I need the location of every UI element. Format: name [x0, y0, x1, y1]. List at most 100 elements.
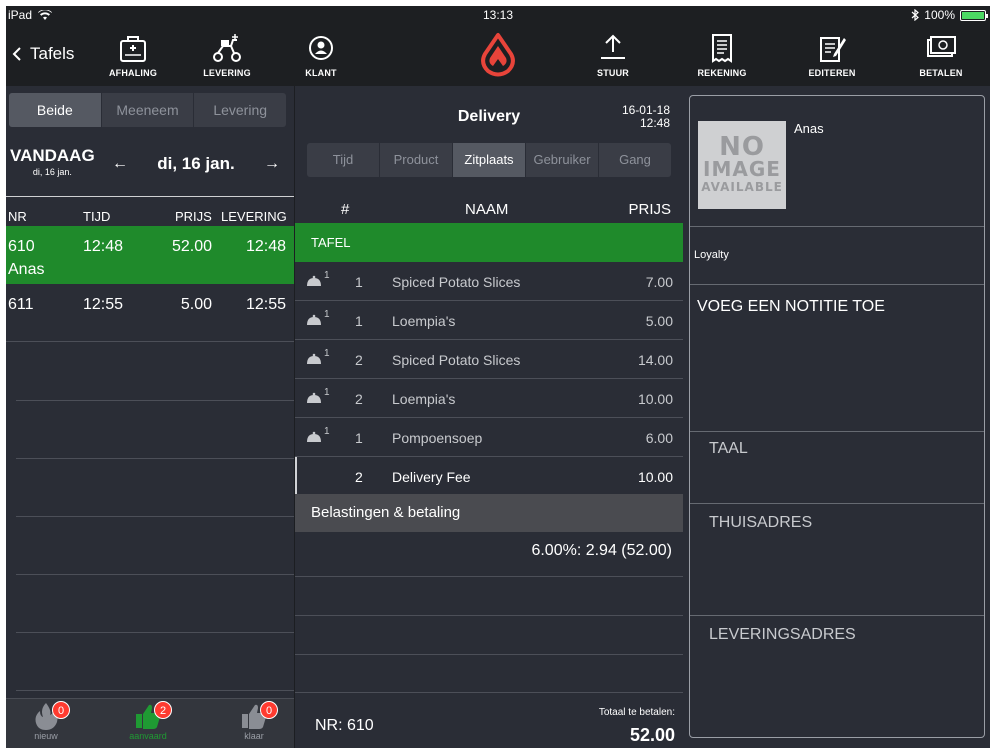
segment-takeaway[interactable]: Meeneem	[102, 93, 195, 127]
add-note-field[interactable]: VOEG EEN NOTITIE TOE	[697, 298, 885, 316]
tab-ready[interactable]: klaar 0	[214, 701, 294, 741]
item-name: Loempia's	[392, 313, 456, 329]
order-item[interactable]: 1 1 Loempia's 5.00	[295, 301, 683, 340]
order-detail-panel: Delivery 16-01-18 12:48 Tijd Product Zit…	[294, 86, 683, 748]
delivery-address-field[interactable]: LEVERINGSADRES	[709, 626, 856, 644]
order-row-selected[interactable]: 610 12:48 52.00 12:48 Anas	[6, 226, 294, 284]
customer-icon	[309, 36, 333, 60]
bill-button[interactable]: REKENING	[677, 32, 767, 78]
item-course: 1	[324, 426, 330, 437]
orders-panel: Beide Meeneem Levering VANDAAG di, 16 ja…	[6, 86, 294, 748]
status-bar: iPad 13:13 100%	[6, 6, 990, 24]
tax-payment-header: Belastingen & betaling	[295, 494, 683, 532]
device-label: iPad	[8, 8, 33, 22]
send-label: STUUR	[597, 68, 629, 78]
back-button[interactable]: Tafels	[12, 44, 74, 64]
item-price: 10.00	[637, 391, 673, 407]
col-nr: NR	[8, 209, 27, 224]
current-date: di, 16 jan.	[157, 154, 235, 173]
item-qty: 2	[355, 391, 363, 407]
customer-button[interactable]: KLANT	[276, 32, 366, 78]
item-name: Spiced Potato Slices	[392, 352, 521, 368]
item-name: Delivery Fee	[392, 469, 471, 485]
col-name: NAAM	[465, 201, 509, 218]
cloche-icon	[305, 275, 323, 287]
item-course: 1	[324, 387, 330, 398]
status-tab-bar: nieuw 0 aanvaard 2 klaar 0	[6, 698, 294, 748]
divider	[690, 431, 984, 432]
order-item[interactable]: 1 1 Spiced Potato Slices 7.00	[295, 262, 683, 301]
total-label: Totaal te betalen:	[598, 707, 675, 718]
takeaway-label: AFHALING	[108, 68, 158, 78]
tab-accepted[interactable]: aanvaard 2	[108, 701, 188, 741]
segment-delivery[interactable]: Levering	[194, 93, 286, 127]
order-footer: NR: 610 Totaal te betalen: 52.00	[295, 692, 683, 748]
home-address-field[interactable]: THUISADRES	[709, 514, 812, 532]
order-time: 12:48	[639, 116, 670, 130]
item-qty: 2	[355, 469, 363, 485]
sort-time[interactable]: Tijd	[307, 143, 380, 177]
tab-new[interactable]: nieuw 0	[6, 701, 86, 741]
loyalty-label[interactable]: Loyalty	[694, 249, 729, 261]
cloche-icon	[305, 353, 323, 365]
chevron-left-icon	[12, 47, 21, 61]
sort-product[interactable]: Product	[380, 143, 453, 177]
battery-icon	[960, 9, 988, 21]
delivery-fee-item[interactable]: 2 Delivery Fee 10.00	[295, 457, 683, 496]
item-course: 1	[324, 309, 330, 320]
order-item[interactable]: 1 1 Pompoensoep 6.00	[295, 418, 683, 457]
bill-label: REKENING	[697, 68, 747, 78]
orders-table-header: NR TIJD PRIJS LEVERING	[6, 196, 294, 226]
language-field[interactable]: TAAL	[709, 440, 748, 458]
tab-new-label: nieuw	[34, 731, 58, 741]
today-label: VANDAAG	[10, 146, 95, 165]
previous-day-arrow-icon[interactable]: ←	[106, 155, 134, 173]
edit-button[interactable]: EDITEREN	[787, 32, 877, 78]
item-qty: 2	[355, 352, 363, 368]
order-item[interactable]: 1 2 Spiced Potato Slices 14.00	[295, 340, 683, 379]
col-price: PRIJS	[175, 209, 212, 224]
col-delivery: LEVERING	[221, 209, 287, 224]
pay-button[interactable]: BETALEN	[896, 32, 986, 78]
item-price: 5.00	[645, 313, 673, 329]
item-price: 10.00	[637, 469, 673, 485]
sort-seat[interactable]: Zitplaats	[453, 143, 526, 177]
segment-both[interactable]: Beide	[9, 93, 102, 127]
takeaway-button[interactable]: AFHALING	[88, 32, 178, 78]
item-name: Spiced Potato Slices	[392, 274, 521, 290]
badge-accepted: 2	[154, 701, 172, 719]
sort-segmented-control: Tijd Product Zitplaats Gebruiker Gang	[307, 143, 671, 177]
lightspeed-logo	[481, 33, 515, 77]
order-item[interactable]: 1 2 Loempia's 10.00	[295, 379, 683, 418]
table-group-header: TAFEL	[295, 223, 683, 262]
customer-avatar-placeholder[interactable]: NO IMAGE AVAILABLE	[698, 121, 786, 209]
edit-icon	[820, 37, 846, 62]
item-name: Pompoensoep	[392, 430, 483, 446]
no-image-text-2: IMAGE	[703, 157, 781, 181]
send-button[interactable]: STUUR	[568, 32, 658, 78]
delivery-button[interactable]: LEVERING	[182, 32, 272, 78]
customer-label: KLANT	[305, 68, 337, 78]
order-price: 5.00	[180, 296, 212, 313]
cloche-icon	[305, 392, 323, 404]
top-toolbar: Tafels AFHALING LEVERING KLANT STUUR REK…	[6, 24, 990, 86]
next-day-arrow-icon[interactable]: →	[258, 155, 286, 173]
col-price: PRIJS	[628, 201, 671, 218]
battery-percent: 100%	[924, 8, 955, 22]
ipad-screen: iPad 13:13 100% Tafels AFHALING LEVERING…	[6, 6, 990, 748]
badge-ready: 0	[260, 701, 278, 719]
order-row[interactable]: 611 12:55 5.00 12:55	[6, 284, 294, 342]
badge-new: 0	[52, 701, 70, 719]
today-button[interactable]: VANDAAG di, 16 jan.	[10, 146, 95, 177]
sort-course[interactable]: Gang	[599, 143, 671, 177]
item-price: 7.00	[645, 274, 673, 290]
today-date: di, 16 jan.	[32, 167, 72, 177]
sort-user[interactable]: Gebruiker	[526, 143, 599, 177]
no-image-text-3: AVAILABLE	[701, 180, 783, 194]
order-number: NR: 610	[315, 717, 374, 734]
tab-accepted-label: aanvaard	[129, 731, 167, 741]
order-timestamp: 16-01-18 12:48	[622, 104, 670, 130]
divider	[690, 226, 984, 227]
upload-icon	[601, 34, 625, 59]
customer-name: Anas	[794, 121, 824, 136]
